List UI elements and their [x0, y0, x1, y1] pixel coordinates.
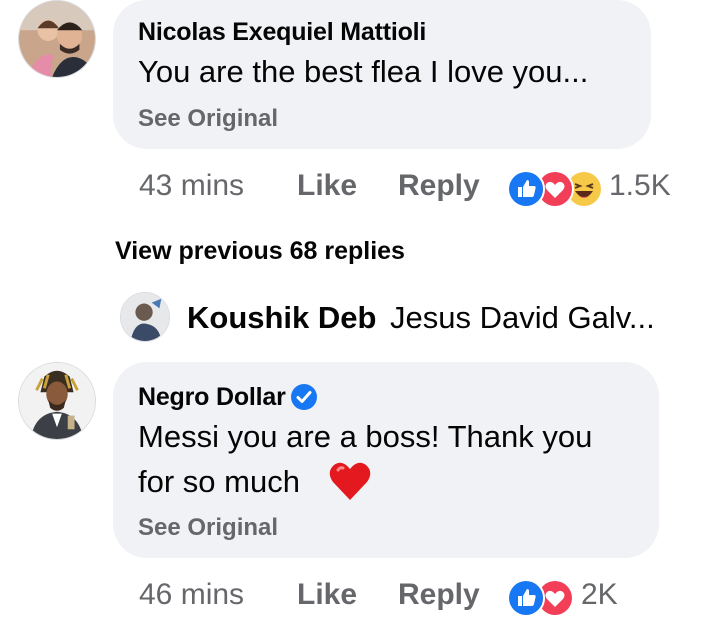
- avatar-photo: [19, 1, 95, 77]
- reactions-summary[interactable]: [507, 170, 607, 208]
- avatar-photo: [19, 363, 95, 439]
- reply-snippet[interactable]: Jesus David Galv...: [390, 300, 655, 336]
- avatar[interactable]: [18, 362, 96, 440]
- reactions-summary[interactable]: [507, 579, 577, 617]
- like-icon: [507, 579, 545, 617]
- comment-timestamp[interactable]: 46 mins: [139, 578, 244, 612]
- avatar[interactable]: [18, 0, 96, 78]
- comment-text: Messi you are a boss! Thank you: [138, 419, 593, 454]
- comment-author[interactable]: Negro Dollar: [138, 383, 286, 412]
- reply-button[interactable]: Reply: [398, 578, 480, 612]
- view-previous-replies-link[interactable]: View previous 68 replies: [115, 237, 405, 266]
- see-original-link[interactable]: See Original: [138, 105, 278, 133]
- heart-emoji-icon: [328, 460, 372, 502]
- like-button[interactable]: Like: [297, 578, 357, 612]
- see-original-link[interactable]: See Original: [138, 514, 278, 542]
- reply-author[interactable]: Koushik Deb: [187, 300, 376, 336]
- comment-author[interactable]: Nicolas Exequiel Mattioli: [138, 18, 426, 47]
- like-icon: [507, 170, 545, 208]
- comment-text: You are the best flea I love you...: [138, 54, 589, 89]
- reaction-count[interactable]: 1.5K: [609, 169, 671, 203]
- comment-timestamp[interactable]: 43 mins: [139, 169, 244, 203]
- like-button[interactable]: Like: [297, 169, 357, 203]
- comment-text: for so much: [138, 464, 300, 499]
- reaction-count[interactable]: 2K: [581, 578, 618, 612]
- verified-badge-icon: [291, 384, 317, 410]
- reply-button[interactable]: Reply: [398, 169, 480, 203]
- avatar-photo: [121, 293, 169, 341]
- reply-avatar[interactable]: [120, 292, 170, 342]
